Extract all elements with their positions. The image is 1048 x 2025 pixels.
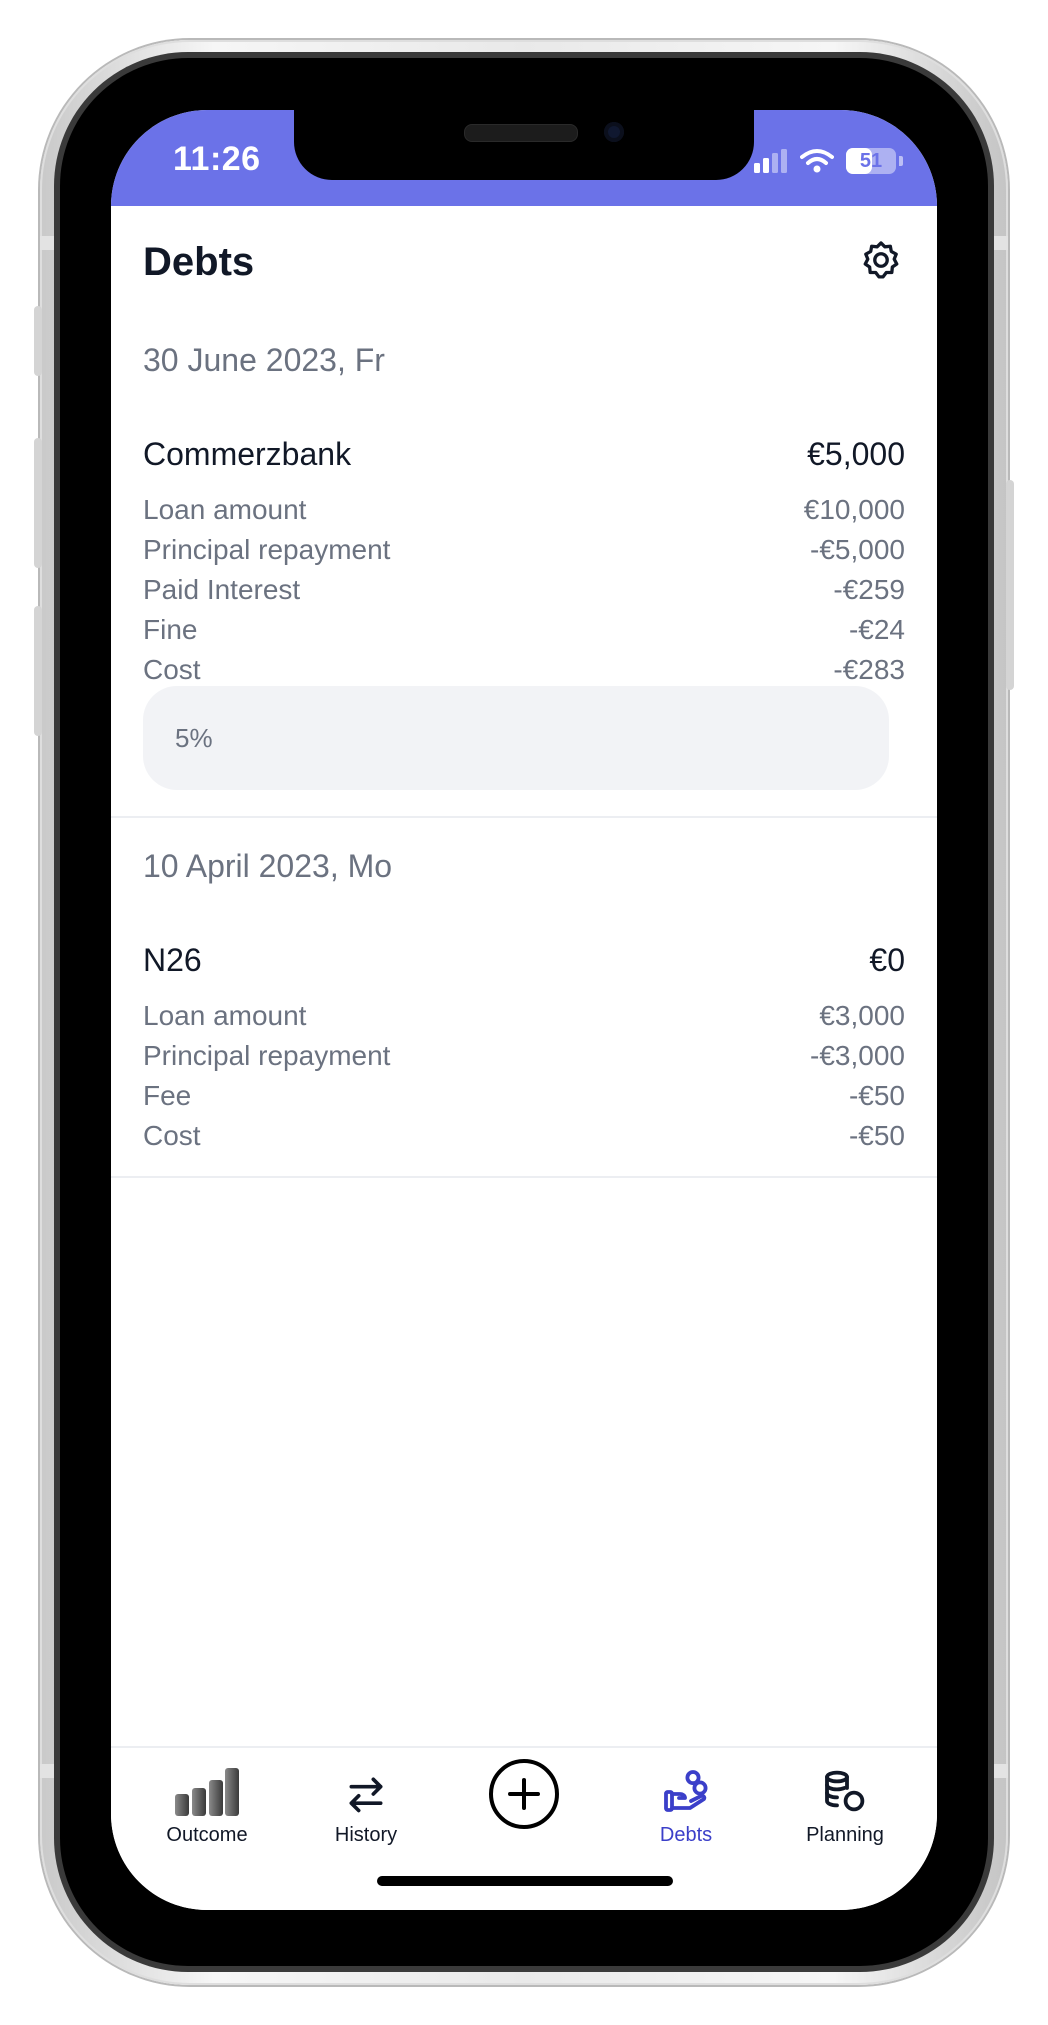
detail-label: Cost (143, 1120, 201, 1151)
plus-circle-icon (489, 1759, 559, 1829)
detail-label: Cost (143, 654, 201, 685)
antenna-band (40, 1764, 62, 1778)
screen: 11:26 51 Debts 30 June 2023, Fr Commerzb… (111, 110, 937, 1910)
lender-name: N26 (143, 942, 202, 978)
volume-up-button (34, 438, 42, 568)
detail-row: Principal repayment -€3,000 (143, 1036, 905, 1076)
detail-row: Fine -€24 (143, 610, 905, 650)
tab-history[interactable]: History (286, 1760, 446, 1860)
tab-debts[interactable]: Debts (606, 1760, 766, 1860)
debt-details: Loan amount €10,000 Principal repayment -€… (143, 490, 905, 690)
gear-icon (863, 241, 899, 279)
detail-row: Cost -€50 (143, 1116, 905, 1156)
detail-value: -€5,000 (810, 534, 905, 565)
detail-label: Loan amount (143, 1000, 307, 1031)
debt-section[interactable]: 30 June 2023, Fr Commerzbank €5,000 Loan… (111, 310, 937, 818)
detail-label: Principal repayment (143, 1040, 391, 1071)
hand-coins-icon (664, 1770, 708, 1812)
detail-label: Fee (143, 1080, 192, 1111)
front-camera (604, 122, 624, 142)
battery-level: 51 (859, 149, 883, 172)
home-indicator[interactable] (377, 1876, 673, 1886)
debt-details: Loan amount €3,000 Principal repayment -€3… (143, 996, 905, 1156)
detail-row: Loan amount €10,000 (143, 490, 905, 530)
detail-value: -€50 (848, 1120, 905, 1151)
debt-balance: €0 (869, 942, 905, 978)
detail-row: Loan amount €3,000 (143, 996, 905, 1036)
status-bar: 11:26 51 (111, 110, 937, 206)
detail-value: -€24 (848, 614, 905, 645)
page-title: Debts (143, 240, 255, 284)
note-box: 5% (143, 686, 889, 790)
detail-label: Fine (143, 614, 198, 645)
detail-row: Cost -€283 (143, 650, 905, 690)
tab-label: Planning (806, 1824, 884, 1846)
tab-label: Outcome (166, 1824, 248, 1846)
notch (294, 110, 754, 180)
antenna-band (986, 236, 1008, 250)
bar-chart-icon (175, 1768, 239, 1816)
detail-label: Loan amount (143, 494, 307, 525)
note-text: 5% (175, 722, 213, 753)
detail-value: €10,000 (803, 494, 905, 525)
battery-tip (899, 156, 903, 166)
debt-balance: €5,000 (807, 436, 905, 472)
settings-button[interactable] (857, 236, 905, 284)
add-button[interactable] (488, 1758, 560, 1830)
detail-label: Principal repayment (143, 534, 391, 565)
detail-value: -€259 (833, 574, 905, 605)
antenna-band (986, 1764, 1008, 1778)
battery-icon: 51 (846, 148, 896, 174)
silent-switch (34, 306, 42, 376)
debt-header: Commerzbank €5,000 (143, 436, 905, 473)
wifi-icon (800, 149, 834, 173)
detail-value: €3,000 (819, 1000, 905, 1031)
debt-header: N26 €0 (143, 942, 905, 979)
speaker-grille (464, 124, 578, 142)
cellular-signal-icon (754, 149, 787, 173)
volume-down-button (34, 606, 42, 736)
power-button (1006, 480, 1014, 690)
lender-name: Commerzbank (143, 436, 352, 472)
tab-outcome[interactable]: Outcome (127, 1760, 287, 1860)
tab-planning[interactable]: Planning (765, 1760, 925, 1860)
detail-label: Paid Interest (143, 574, 301, 605)
coins-stack-icon (825, 1770, 865, 1812)
detail-value: -€283 (833, 654, 905, 685)
debt-section[interactable]: 10 April 2023, Mo N26 €0 Loan amount €3,0… (111, 818, 937, 1178)
detail-value: -€3,000 (810, 1040, 905, 1071)
detail-row: Principal repayment -€5,000 (143, 530, 905, 570)
tab-label: History (334, 1824, 398, 1846)
detail-value: -€50 (848, 1080, 905, 1111)
tab-label: Debts (659, 1824, 713, 1846)
detail-row: Paid Interest -€259 (143, 570, 905, 610)
status-icons: 51 (754, 148, 903, 174)
swap-arrows-icon (349, 1777, 383, 1813)
detail-row: Fee -€50 (143, 1076, 905, 1116)
status-time: 11:26 (173, 140, 261, 178)
header: Debts (143, 230, 905, 300)
date-heading: 10 April 2023, Mo (143, 848, 393, 884)
antenna-band (40, 236, 62, 250)
date-heading: 30 June 2023, Fr (143, 342, 385, 378)
